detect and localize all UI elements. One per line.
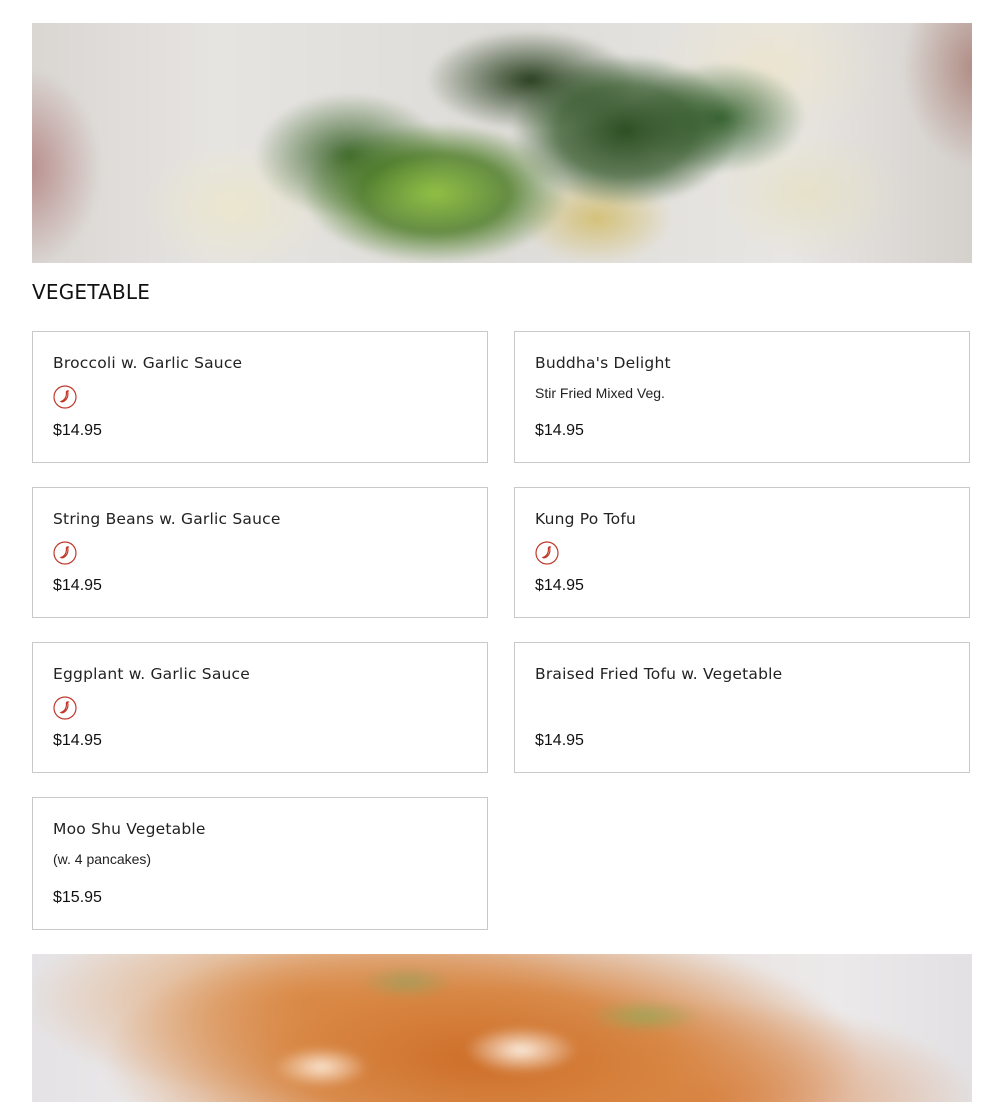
menu-item-card[interactable]: Moo Shu Vegetable (w. 4 pancakes) $15.95 [32,797,488,930]
fried-dish-photo [32,954,972,1102]
menu-item-card[interactable]: Broccoli w. Garlic Sauce $14.95 [32,331,488,463]
menu-item-card[interactable]: Buddha's Delight Stir Fried Mixed Veg. $… [514,331,970,463]
menu-item-name: Kung Po Tofu [535,510,637,528]
chili-pepper-icon [53,541,77,565]
menu-item-price: $14.95 [535,577,584,594]
menu-item-name: Broccoli w. Garlic Sauce [53,354,243,372]
chili-pepper-icon [53,385,77,409]
menu-item-name: String Beans w. Garlic Sauce [53,510,281,528]
menu-item-name: Braised Fried Tofu w. Vegetable [535,665,783,683]
menu-item-card[interactable]: Eggplant w. Garlic Sauce $14.95 [32,642,488,773]
vegetable-section-image [32,23,972,263]
chili-pepper-icon [53,696,77,720]
menu-item-name: Buddha's Delight [535,354,671,372]
menu-item-price: $15.95 [53,889,102,906]
menu-item-card[interactable]: Braised Fried Tofu w. Vegetable $14.95 [514,642,970,773]
next-section-image [32,954,972,1102]
menu-item-name: Eggplant w. Garlic Sauce [53,665,251,683]
broccoli-dish-photo [32,23,972,263]
section-title: VEGETABLE [32,280,151,304]
menu-item-card[interactable]: Kung Po Tofu $14.95 [514,487,970,618]
menu-item-price: $14.95 [535,422,584,439]
menu-item-price: $14.95 [53,577,102,594]
menu-item-price: $14.95 [53,732,102,749]
menu-item-price: $14.95 [53,422,102,439]
menu-item-price: $14.95 [535,732,584,749]
chili-pepper-icon [535,541,559,565]
menu-page: VEGETABLE Broccoli w. Garlic Sauce $14.9… [0,0,1003,1102]
menu-item-description: (w. 4 pancakes) [53,851,152,867]
menu-item-description: Stir Fried Mixed Veg. [535,385,665,401]
menu-item-name: Moo Shu Vegetable [53,820,206,838]
menu-item-card[interactable]: String Beans w. Garlic Sauce $14.95 [32,487,488,618]
